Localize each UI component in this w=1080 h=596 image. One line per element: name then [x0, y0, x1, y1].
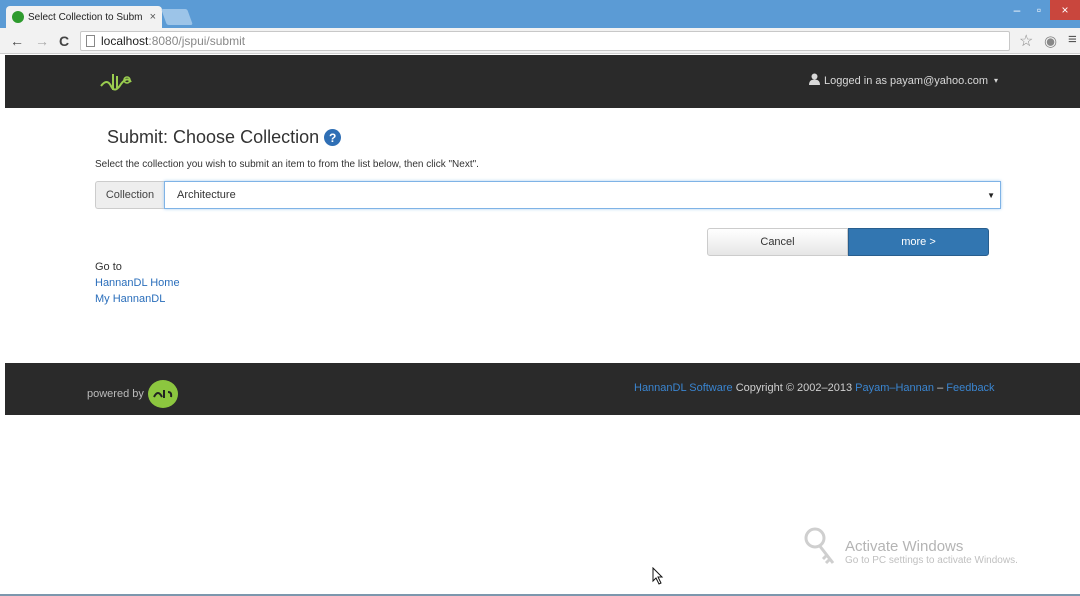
- site-header: Logged in as payam@yahoo.com ▾: [5, 55, 1080, 108]
- login-text: Logged in as payam@yahoo.com: [824, 74, 989, 87]
- caret-down-icon: ▾: [994, 76, 999, 85]
- forward-arrow-icon[interactable]: →: [35, 33, 49, 49]
- collection-selected-value: Architecture: [177, 189, 236, 201]
- goto-section: Go to HannanDL Home My HannanDL: [95, 259, 180, 307]
- favicon-icon: [12, 11, 24, 23]
- home-link[interactable]: HannanDL Home: [95, 275, 180, 291]
- feedback-link[interactable]: Feedback: [946, 382, 994, 394]
- software-link[interactable]: HannanDL Software: [634, 382, 733, 394]
- url-field[interactable]: localhost:8080/jspui/submit: [80, 31, 1010, 51]
- new-tab-button[interactable]: [161, 9, 193, 25]
- goto-label: Go to: [95, 261, 122, 273]
- close-window-button[interactable]: ×: [1050, 0, 1080, 20]
- activation-watermark: Activate Windows Go to PC settings to ac…: [803, 527, 1018, 576]
- watermark-subtitle: Go to PC settings to activate Windows.: [845, 554, 1018, 566]
- minimize-button[interactable]: –: [1006, 0, 1028, 20]
- my-library-link[interactable]: My HannanDL: [95, 291, 180, 307]
- instructions-text: Select the collection you wish to submit…: [95, 159, 479, 170]
- help-icon[interactable]: ?: [324, 129, 342, 146]
- page-title-row: Submit: Choose Collection ?: [107, 127, 342, 148]
- menu-icon[interactable]: ≡: [1068, 31, 1077, 48]
- mouse-cursor-icon: [652, 567, 664, 585]
- address-toolbar: ← → C localhost:8080/jspui/submit ☆ ◉ ≡: [0, 28, 1080, 54]
- star-icon[interactable]: ☆: [1019, 31, 1033, 51]
- powered-by: powered by: [87, 380, 178, 408]
- back-arrow-icon[interactable]: ←: [10, 33, 24, 49]
- author-link[interactable]: Payam–Hannan: [855, 382, 934, 394]
- copyright-text: Copyright © 2002–2013: [732, 382, 856, 394]
- page-title: Submit: Choose Collection: [107, 127, 320, 147]
- watermark-title: Activate Windows: [845, 537, 964, 555]
- globe-icon[interactable]: ◉: [1044, 32, 1057, 50]
- url-path: :8080/jspui/submit: [148, 34, 246, 48]
- key-icon: [803, 527, 837, 576]
- user-icon: [809, 73, 820, 88]
- powered-by-text: powered by: [87, 388, 144, 400]
- tab-close-icon[interactable]: ×: [150, 11, 156, 23]
- site-logo[interactable]: [97, 68, 137, 96]
- tab-title: Select Collection to Subm: [28, 11, 143, 23]
- platform-logo[interactable]: [147, 380, 178, 408]
- collection-label: Collection: [95, 181, 164, 209]
- user-menu[interactable]: Logged in as payam@yahoo.com ▾: [809, 73, 998, 88]
- page-icon: [86, 35, 95, 47]
- cancel-button[interactable]: Cancel: [707, 228, 848, 256]
- collection-select[interactable]: Architecture ▼: [164, 181, 1001, 209]
- footer-credits: HannanDL Software Copyright © 2002–2013 …: [634, 382, 995, 394]
- footer-separator: –: [934, 382, 947, 394]
- more-button[interactable]: more >: [848, 228, 989, 256]
- restore-button[interactable]: ▫: [1028, 0, 1050, 20]
- site-footer: powered by HannanDL Software Copyright ©…: [5, 363, 1080, 415]
- browser-titlebar: Select Collection to Subm × – ▫ ×: [0, 0, 1080, 28]
- window-controls: – ▫ ×: [1006, 0, 1080, 20]
- dropdown-arrow-icon: ▼: [987, 191, 995, 200]
- reload-icon[interactable]: C: [59, 33, 69, 49]
- url-host: localhost: [101, 34, 149, 48]
- browser-tab[interactable]: Select Collection to Subm ×: [6, 6, 162, 28]
